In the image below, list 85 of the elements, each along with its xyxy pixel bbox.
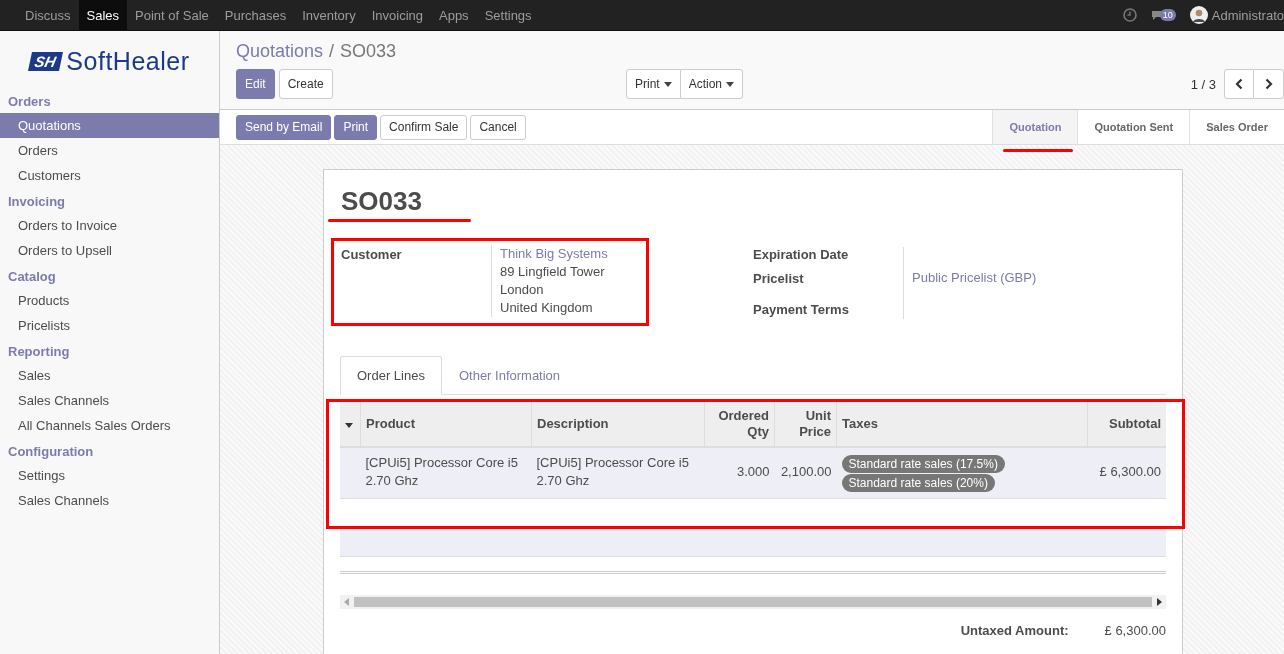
sidebar-item[interactable]: Sales Channels (0, 388, 219, 413)
sidebar-section-title: Catalog (7, 268, 57, 286)
sidebar-section-title: Orders (7, 93, 52, 111)
sidebar-item[interactable]: Quotations (0, 113, 219, 138)
field-label: Payment Terms (753, 302, 850, 317)
sidebar-item[interactable]: All Channels Sales Orders (0, 413, 219, 438)
form-button[interactable]: Edit (236, 69, 275, 99)
app-menu-item[interactable]: Sales (78, 0, 128, 30)
sidebar-item[interactable]: Customers (0, 163, 219, 188)
dropdown-button[interactable]: Print (626, 69, 681, 99)
app-menu-item[interactable]: Settings (476, 0, 540, 30)
app-menu-item[interactable]: Discuss (17, 0, 79, 30)
column-header[interactable]: Unit Price (774, 402, 837, 447)
message-count-badge: 10 (1159, 9, 1176, 21)
chevron-left-icon (1235, 78, 1243, 90)
app-menu-item[interactable]: Apps (431, 0, 477, 30)
sidebar-item[interactable]: Settings (0, 463, 219, 488)
field-label: Customer (341, 247, 403, 264)
total-value: £ 6,300.00 (1104, 623, 1166, 638)
table-cell: [CPUi5] Processor Core i5 2.70 Ghz (531, 447, 705, 499)
column-header[interactable]: Subtotal (1087, 402, 1166, 447)
table-cell: 3.000 (704, 447, 775, 499)
sidebar-item[interactable]: Pricelists (0, 313, 219, 338)
sidebar-item[interactable]: Orders to Invoice (0, 213, 219, 238)
field-label: Expiration Date (753, 247, 850, 262)
notebook-tab[interactable]: Order Lines (340, 356, 442, 395)
clock-icon[interactable] (1122, 8, 1137, 22)
sidebar-item[interactable]: Sales (0, 363, 219, 388)
column-header[interactable]: Ordered Qty (704, 402, 775, 447)
sidebar-item[interactable]: Orders (0, 138, 219, 163)
address-line: United Kingdom (500, 299, 594, 317)
status-stage[interactable]: Sales Order (1189, 110, 1284, 144)
avatar-icon[interactable] (1189, 6, 1208, 24)
chat-notification[interactable]: 10 (1150, 9, 1176, 21)
app-menu-item[interactable]: Inventory (294, 0, 364, 30)
table-cell: 2,100.00 (774, 447, 837, 499)
address-line: 89 Lingfield Tower (500, 263, 606, 281)
logo-text: SoftHealer (66, 47, 190, 76)
sidebar-section-title: Configuration (7, 443, 95, 461)
address-line: London (500, 281, 545, 299)
total-label: Untaxed Amount: (960, 623, 1069, 638)
caret-icon (663, 81, 672, 87)
tax-tag: Standard rate sales (20%) (841, 474, 995, 492)
header-button[interactable]: Print (334, 114, 378, 140)
column-header[interactable]: Description (531, 402, 705, 447)
dropdown-button[interactable]: Action (680, 69, 744, 99)
column-header[interactable]: Taxes (836, 402, 1088, 447)
header-button[interactable]: Cancel (470, 114, 526, 140)
header-button[interactable]: Send by Email (236, 114, 332, 140)
logo-mark: SH (27, 52, 63, 71)
app-menu-item[interactable]: Purchases (216, 0, 295, 30)
record-title: SO033 (341, 186, 423, 217)
app-menu-item[interactable]: Invoicing (363, 0, 431, 30)
sidebar-section-title: Reporting (7, 343, 71, 361)
form-button[interactable]: Create (278, 69, 333, 99)
pricelist-link[interactable]: Public Pricelist (GBP) (912, 270, 1037, 285)
chevron-right-icon (1264, 78, 1273, 90)
user-name[interactable]: Administrato (1211, 7, 1284, 23)
breadcrumb-current: SO033 (340, 41, 397, 62)
notebook-tab[interactable]: Other Information (441, 356, 578, 395)
sidebar-item[interactable]: Orders to Upsell (0, 238, 219, 263)
field-label: Pricelist (753, 271, 805, 286)
next-button[interactable] (1254, 69, 1284, 99)
app-menu-item[interactable]: Point of Sale (127, 0, 217, 30)
previous-button[interactable] (1224, 69, 1254, 99)
table-cell: £ 6,300.00 (1087, 447, 1166, 499)
breadcrumb-link[interactable]: Quotations (236, 41, 324, 62)
status-stage[interactable]: Quotation Sent (1077, 110, 1190, 144)
tax-tag: Standard rate sales (17.5%) (841, 455, 1005, 473)
sidebar-item[interactable]: Products (0, 288, 219, 313)
customer-link[interactable]: Think Big Systems (500, 246, 608, 261)
table-cell: [CPUi5] Processor Core i5 2.70 Ghz (360, 447, 532, 499)
sidebar-section-title: Invoicing (7, 193, 67, 211)
pager-value: 1 / 3 (1190, 76, 1216, 92)
chat-icon (1150, 9, 1163, 21)
header-button[interactable]: Confirm Sale (380, 114, 468, 140)
sort-handle-header[interactable] (340, 402, 361, 447)
horizontal-scrollbar[interactable] (340, 595, 1166, 609)
breadcrumb-separator: / (329, 41, 335, 62)
scroll-right-icon[interactable] (1156, 598, 1162, 606)
annotation-underline (1003, 149, 1074, 152)
caret-icon (726, 81, 735, 87)
caret-icon (345, 423, 353, 428)
column-header[interactable]: Product (360, 402, 532, 447)
sidebar-item[interactable]: Sales Channels (0, 488, 219, 513)
